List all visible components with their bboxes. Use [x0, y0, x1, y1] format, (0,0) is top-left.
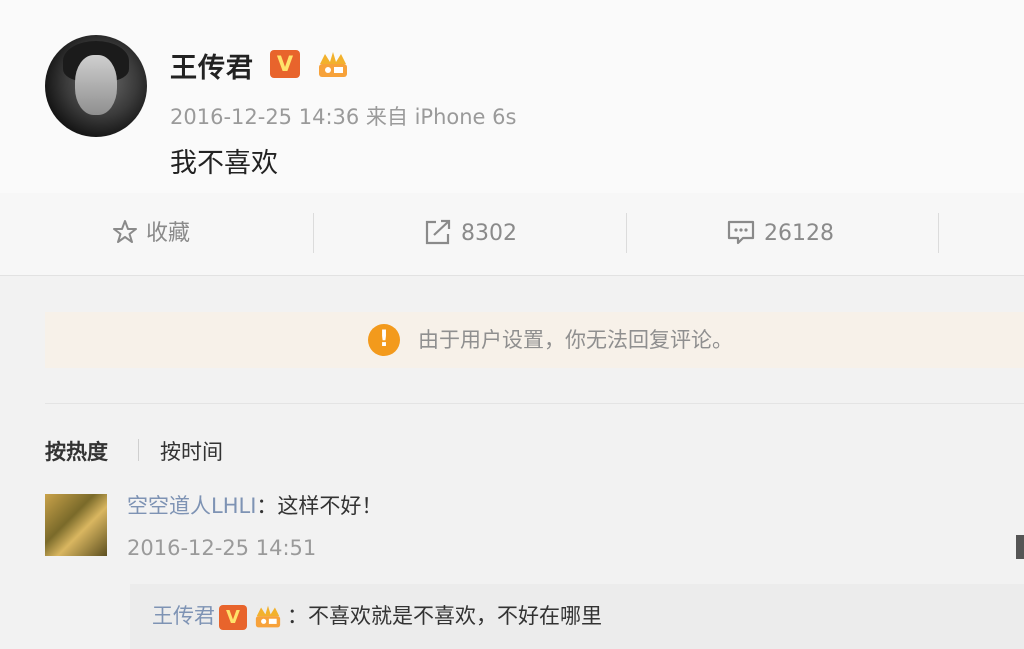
avatar-face — [75, 55, 117, 115]
comment-count: 26128 — [764, 221, 834, 246]
action-bar: 收藏 8302 26128 — [0, 193, 1024, 276]
share-icon — [425, 219, 451, 245]
notice-text: 由于用户设置，你无法回复评论。 — [418, 328, 733, 352]
reply-author-name[interactable]: 王传君 — [152, 604, 215, 628]
comment-line: 空空道人LHLI：这样不好！ — [127, 490, 382, 520]
post-meta: 2016-12-25 14:36 来自 iPhone 6s — [170, 105, 517, 129]
action-divider — [313, 213, 314, 253]
commenter-avatar[interactable] — [45, 494, 107, 556]
comment-icon — [727, 220, 755, 245]
section-divider — [45, 403, 1024, 404]
comment-button[interactable]: 26128 — [726, 193, 834, 275]
post-content: 我不喜欢 — [170, 148, 278, 179]
favorite-label: 收藏 — [146, 221, 191, 246]
repost-count: 8302 — [461, 221, 517, 246]
reply-text: ：不喜欢就是不喜欢，不好在哪里 — [287, 604, 602, 628]
comment-reply: 王传君 V ：不喜欢就是不喜欢，不好在哪里 — [130, 584, 1024, 649]
author-avatar[interactable] — [45, 35, 147, 137]
commenter-name[interactable]: 空空道人LHLI — [127, 494, 256, 518]
action-divider — [938, 213, 939, 253]
comment-time: 2016-12-25 14:51 — [127, 536, 317, 560]
verified-badge-icon: V — [270, 50, 300, 78]
sort-by-hot-tab[interactable]: 按热度 — [45, 436, 108, 466]
sort-divider — [138, 439, 139, 461]
author-name[interactable]: 王传君 — [170, 46, 254, 85]
sort-by-time-tab[interactable]: 按时间 — [160, 436, 223, 466]
vip-crown-icon — [319, 52, 347, 77]
vip-crown-icon — [255, 605, 281, 628]
action-divider — [626, 213, 627, 253]
verified-badge-icon: V — [219, 604, 247, 630]
reply-restriction-notice: ! 由于用户设置，你无法回复评论。 — [45, 312, 1024, 368]
edge-fragment — [1016, 535, 1024, 559]
favorite-button[interactable]: 收藏 — [112, 193, 190, 275]
repost-button[interactable]: 8302 — [423, 193, 517, 275]
star-icon — [113, 220, 137, 243]
warning-icon: ! — [368, 324, 400, 356]
comment-text: ：这样不好！ — [256, 494, 383, 518]
